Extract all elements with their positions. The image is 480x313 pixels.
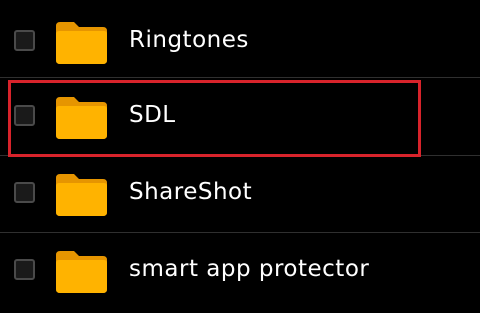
select-checkbox[interactable] [14,182,35,203]
list-item-sdl[interactable]: SDL [0,80,480,157]
divider [0,77,480,78]
item-label: ShareShot [129,179,253,205]
folder-icon [56,251,107,293]
folder-icon [56,22,107,64]
folder-icon [56,174,107,216]
divider [0,155,480,156]
item-label: SDL [129,102,176,128]
item-label: smart app protector [129,256,370,282]
item-label: Ringtones [129,27,249,53]
select-checkbox[interactable] [14,105,35,126]
divider [0,232,480,233]
select-checkbox[interactable] [14,259,35,280]
list-item-smart-app-protector[interactable]: smart app protector [0,234,480,311]
folder-icon [56,97,107,139]
list-item-ringtones[interactable]: Ringtones [0,5,480,82]
select-checkbox[interactable] [14,30,35,51]
folder-list: Ringtones SDL ShareShot smart app protec… [0,0,480,313]
list-item-shareshot[interactable]: ShareShot [0,157,480,234]
